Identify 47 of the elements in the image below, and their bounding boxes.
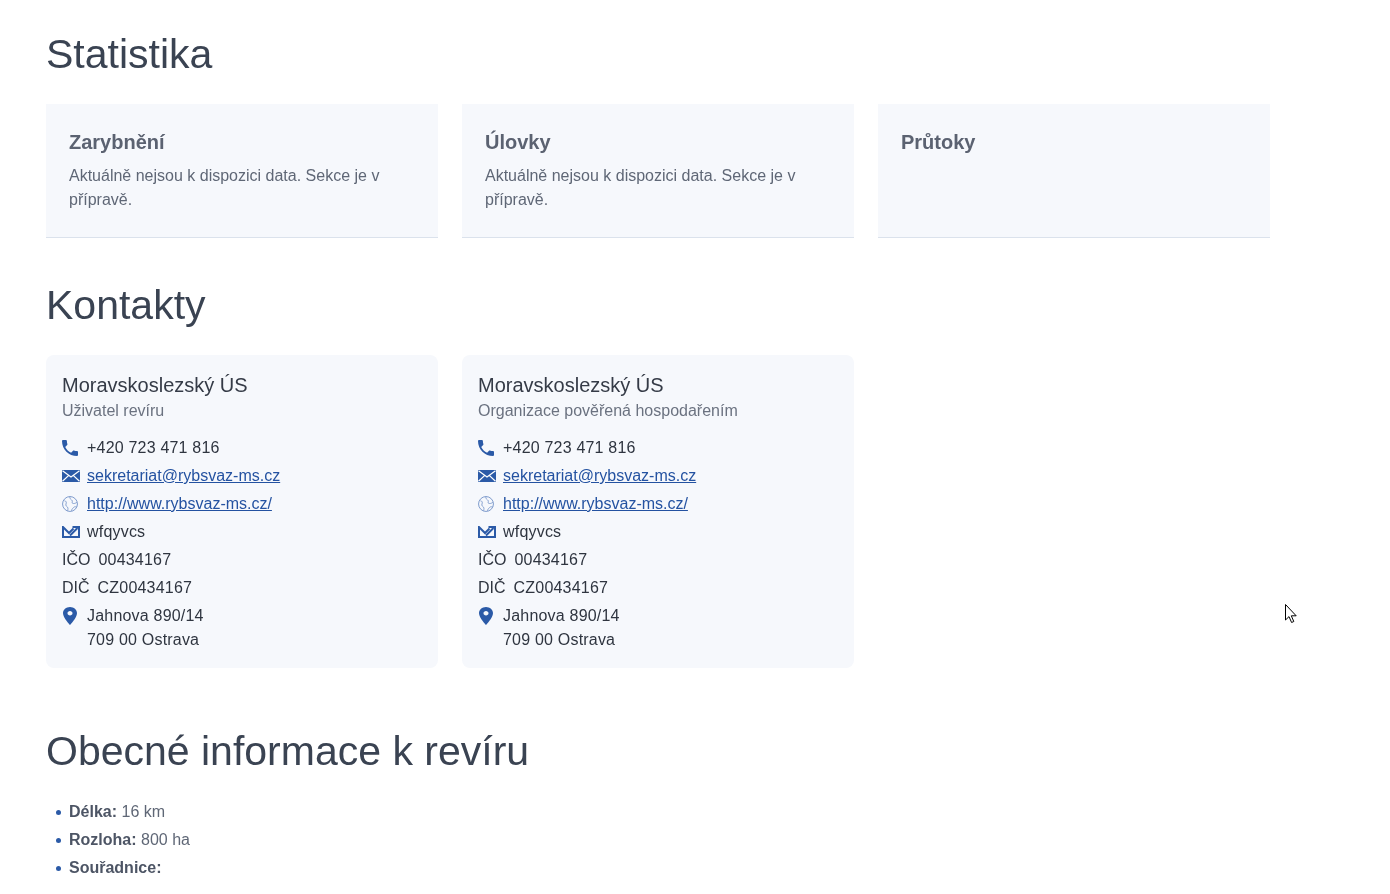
list-item-text: Délka: 16 km	[69, 802, 166, 822]
dic-value: CZ00434167	[97, 578, 193, 598]
ico-value: 00434167	[98, 550, 172, 570]
databox-icon	[62, 526, 80, 538]
list-item-text: Souřadnice:	[69, 858, 162, 878]
dic-value: CZ00434167	[513, 578, 609, 598]
address-text: Jahnova 890/14 709 00 Ostrava	[87, 606, 204, 650]
databox-id: wfqyvcs	[503, 522, 562, 542]
phone-number: +420 723 471 816	[503, 438, 636, 458]
databox-icon	[478, 526, 496, 538]
list-item-text: Rozloha: 800 ha	[69, 830, 190, 850]
email-link[interactable]: sekretariat@rybsvaz-ms.cz	[87, 464, 281, 488]
card-text: Aktuálně nejsou k dispozici data. Sekce je v přípravě.	[69, 166, 381, 210]
databox-id: wfqyvcs	[87, 522, 146, 542]
ico-label: IČO	[478, 549, 507, 570]
dic-label: DIČ	[62, 577, 90, 598]
bullet-icon	[56, 865, 61, 871]
section-heading: Statistika	[46, 30, 214, 79]
phone-icon	[62, 440, 78, 456]
dic-label: DIČ	[478, 577, 506, 598]
card-title: Zarybnění	[69, 130, 166, 155]
contact-name: Moravskoslezský ÚS	[62, 373, 249, 398]
card-title: Průtoky	[901, 130, 977, 155]
envelope-icon	[62, 470, 80, 482]
phone-icon	[478, 440, 494, 456]
mouse-cursor-icon	[1285, 604, 1297, 623]
contact-role: Uživatel revíru	[62, 401, 166, 421]
ico-label: IČO	[62, 549, 91, 570]
location-pin-icon	[479, 607, 493, 625]
card-title: Úlovky	[485, 129, 552, 155]
contact-name: Moravskoslezský ÚS	[478, 373, 665, 398]
website-link[interactable]: http://www.rybsvaz-ms.cz/	[503, 492, 688, 516]
section-heading: Obecné informace k revíru	[46, 727, 531, 776]
location-pin-icon	[63, 607, 77, 625]
globe-icon	[478, 495, 494, 513]
ico-value: 00434167	[514, 550, 588, 570]
contact-role: Organizace pověřená hospodařením	[478, 401, 739, 421]
bullet-icon	[56, 837, 61, 843]
section-heading: Kontakty	[46, 281, 207, 330]
website-link[interactable]: http://www.rybsvaz-ms.cz/	[87, 492, 272, 516]
envelope-icon	[478, 470, 496, 482]
globe-icon	[62, 495, 78, 513]
card-text: Aktuálně nejsou k dispozici data. Sekce je v přípravě.	[485, 166, 797, 210]
address-text: Jahnova 890/14 709 00 Ostrava	[503, 606, 620, 650]
phone-number: +420 723 471 816	[87, 438, 220, 458]
email-link[interactable]: sekretariat@rybsvaz-ms.cz	[503, 464, 697, 488]
bullet-icon	[56, 809, 61, 815]
